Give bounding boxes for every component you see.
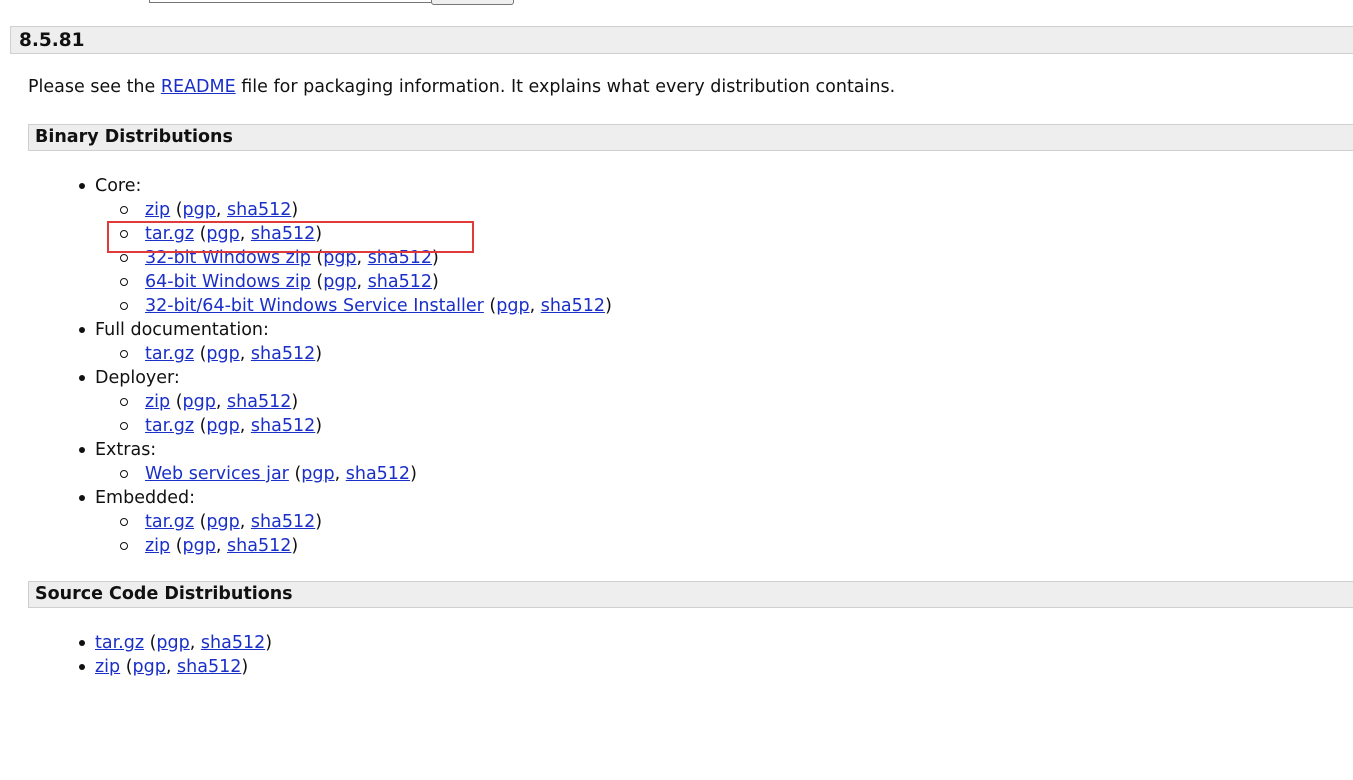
deployer-items: zip (pgp, sha512) tar.gz (pgp, sha512): [120, 390, 612, 438]
docs-group: Full documentation: tar.gz (pgp, sha512): [79, 318, 612, 366]
core-win64-zip-link[interactable]: 64-bit Windows zip: [145, 272, 311, 292]
pgp-link[interactable]: pgp: [323, 248, 356, 268]
pgp-link[interactable]: pgp: [183, 392, 216, 412]
list-item: Web services jar (pgp, sha512): [120, 462, 612, 486]
pgp-link[interactable]: pgp: [206, 512, 239, 532]
embedded-zip-link[interactable]: zip: [145, 536, 170, 556]
sha512-link[interactable]: sha512: [201, 633, 265, 653]
extras-label: Extras:: [95, 440, 157, 460]
deployer-group: Deployer: zip (pgp, sha512) tar.gz (pgp,…: [79, 366, 612, 438]
sha512-link[interactable]: sha512: [368, 248, 432, 268]
embedded-items: tar.gz (pgp, sha512) zip (pgp, sha512): [120, 510, 612, 558]
download-page: 8.5.81 Please see the README file for pa…: [0, 0, 1353, 780]
docs-items: tar.gz (pgp, sha512): [120, 342, 612, 366]
list-item: zip (pgp, sha512): [120, 534, 612, 558]
list-item: 32-bit/64-bit Windows Service Installer …: [120, 296, 612, 316]
pgp-link[interactable]: pgp: [183, 200, 216, 220]
list-item: zip (pgp, sha512): [120, 198, 612, 222]
list-item: 32-bit Windows zip (pgp, sha512): [120, 246, 612, 270]
docs-targz-link[interactable]: tar.gz: [145, 344, 194, 364]
core-zip-link[interactable]: zip: [145, 200, 170, 220]
list-item: tar.gz (pgp, sha512): [120, 222, 612, 246]
intro-before: Please see the: [28, 77, 161, 97]
deployer-label: Deployer:: [95, 368, 180, 388]
list-item: 64-bit Windows zip (pgp, sha512): [120, 270, 612, 294]
binary-list: Core: zip (pgp, sha512) tar.gz (pgp, sha…: [79, 174, 612, 558]
version-header: 8.5.81: [10, 26, 1353, 54]
web-services-jar-link[interactable]: Web services jar: [145, 464, 289, 484]
core-label: Core:: [95, 176, 142, 196]
deployer-targz-link[interactable]: tar.gz: [145, 416, 194, 436]
sha512-link[interactable]: sha512: [251, 416, 315, 436]
core-items: zip (pgp, sha512) tar.gz (pgp, sha512) 3…: [120, 198, 612, 318]
sha512-link[interactable]: sha512: [227, 536, 291, 556]
binary-distributions-title: Binary Distributions: [35, 127, 233, 147]
pgp-link[interactable]: pgp: [496, 296, 529, 316]
source-distributions-title: Source Code Distributions: [35, 584, 293, 604]
pgp-link[interactable]: pgp: [301, 464, 334, 484]
list-item: tar.gz (pgp, sha512): [78, 633, 273, 653]
core-targz-link[interactable]: tar.gz: [145, 224, 194, 244]
search-button[interactable]: [431, 0, 514, 5]
source-distributions-header: Source Code Distributions: [28, 581, 1353, 608]
readme-link[interactable]: README: [161, 77, 236, 97]
source-list: tar.gz (pgp, sha512) zip (pgp, sha512): [78, 631, 273, 679]
deployer-zip-link[interactable]: zip: [145, 392, 170, 412]
sha512-link[interactable]: sha512: [251, 512, 315, 532]
pgp-link[interactable]: pgp: [206, 416, 239, 436]
pgp-link[interactable]: pgp: [206, 224, 239, 244]
sha512-link[interactable]: sha512: [541, 296, 605, 316]
docs-label: Full documentation:: [95, 320, 269, 340]
version-title: 8.5.81: [19, 30, 85, 51]
extras-items: Web services jar (pgp, sha512): [120, 462, 612, 486]
source-zip-link[interactable]: zip: [95, 657, 120, 677]
sha512-link[interactable]: sha512: [346, 464, 410, 484]
binary-distributions-header: Binary Distributions: [28, 124, 1353, 151]
core-service-installer-link[interactable]: 32-bit/64-bit Windows Service Installer: [145, 296, 484, 316]
core-win32-zip-link[interactable]: 32-bit Windows zip: [145, 248, 311, 268]
extras-group: Extras: Web services jar (pgp, sha512): [79, 438, 612, 486]
list-item: tar.gz (pgp, sha512): [120, 414, 612, 438]
embedded-group: Embedded: tar.gz (pgp, sha512) zip (pgp,…: [79, 486, 612, 558]
core-group: Core: zip (pgp, sha512) tar.gz (pgp, sha…: [79, 174, 612, 318]
list-item: tar.gz (pgp, sha512): [120, 342, 612, 366]
intro-text: Please see the README file for packaging…: [28, 77, 895, 97]
sha512-link[interactable]: sha512: [227, 392, 291, 412]
list-item: zip (pgp, sha512): [78, 655, 272, 679]
list-item: tar.gz (pgp, sha512): [120, 510, 612, 534]
sha512-link[interactable]: sha512: [368, 272, 432, 292]
pgp-link[interactable]: pgp: [206, 344, 239, 364]
sha512-link[interactable]: sha512: [251, 344, 315, 364]
sha512-link[interactable]: sha512: [227, 200, 291, 220]
sha512-link[interactable]: sha512: [251, 224, 315, 244]
list-item: zip (pgp, sha512): [120, 390, 612, 414]
search-input[interactable]: [149, 0, 433, 3]
pgp-link[interactable]: pgp: [133, 657, 166, 677]
pgp-link[interactable]: pgp: [183, 536, 216, 556]
pgp-link[interactable]: pgp: [323, 272, 356, 292]
embedded-label: Embedded:: [95, 488, 195, 508]
source-targz-link[interactable]: tar.gz: [95, 633, 144, 653]
intro-after: file for packaging information. It expla…: [235, 77, 896, 97]
embedded-targz-link[interactable]: tar.gz: [145, 512, 194, 532]
sha512-link[interactable]: sha512: [177, 657, 241, 677]
pgp-link[interactable]: pgp: [156, 633, 189, 653]
